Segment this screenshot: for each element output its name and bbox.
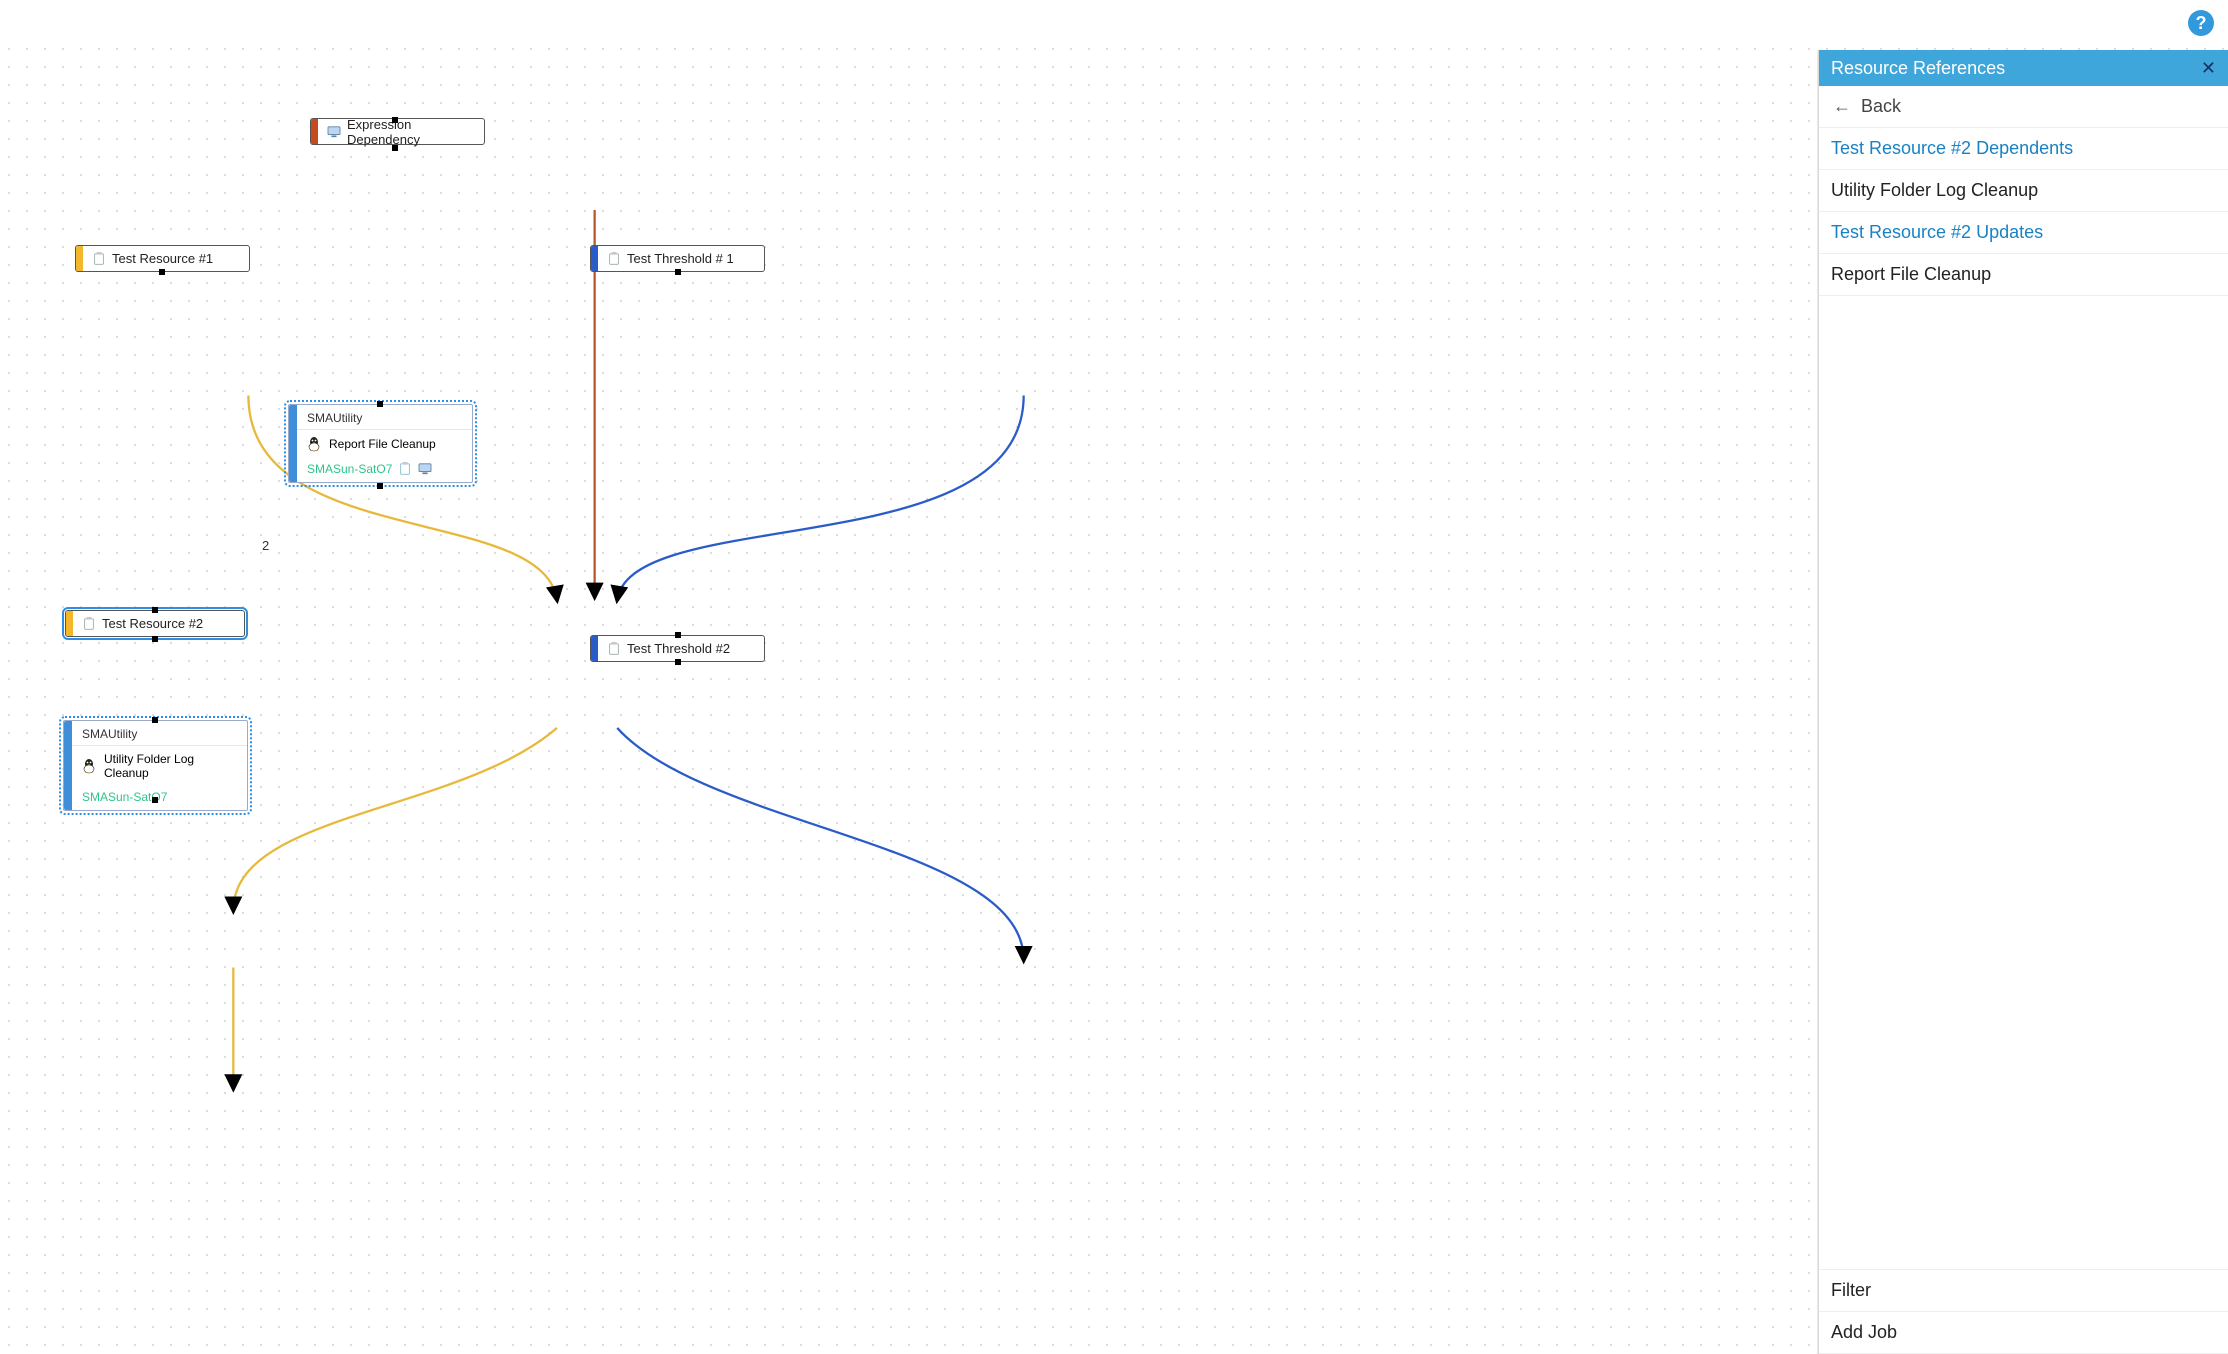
- back-label: Back: [1861, 96, 1901, 117]
- node-stripe: [64, 721, 72, 810]
- job-title: Report File Cleanup: [329, 437, 436, 451]
- node-label: Test Threshold # 1: [627, 251, 734, 266]
- job-header: SMAUtility: [64, 721, 247, 745]
- node-label: Test Resource #1: [112, 251, 213, 266]
- job-title: Utility Folder Log Cleanup: [104, 752, 237, 780]
- panel-header: Resource References ✕: [1819, 50, 2228, 86]
- clipboard-icon: [398, 462, 412, 476]
- clipboard-icon: [607, 252, 621, 266]
- close-icon[interactable]: ✕: [2201, 58, 2216, 79]
- node-label: Test Threshold #2: [627, 641, 730, 656]
- node-port: [152, 717, 158, 723]
- node-port: [377, 483, 383, 489]
- node-test-threshold-1[interactable]: Test Threshold # 1: [590, 245, 765, 272]
- node-label: Test Resource #2: [102, 616, 203, 631]
- node-test-resource-2[interactable]: Test Resource #2: [65, 610, 245, 637]
- job-node-report-file-cleanup[interactable]: SMAUtility Report File Cleanup SMASun-Sa…: [288, 404, 473, 483]
- node-label: Expression Dependency: [347, 117, 476, 147]
- job-header: SMAUtility: [289, 405, 472, 429]
- panel-section-entry[interactable]: Report File Cleanup: [1819, 254, 2228, 296]
- clipboard-icon: [82, 617, 96, 631]
- node-port: [675, 659, 681, 665]
- panel-list: Test Resource #2 Dependents Utility Fold…: [1819, 128, 2228, 1269]
- node-port: [152, 797, 158, 803]
- node-port: [392, 145, 398, 151]
- clipboard-icon: [92, 252, 106, 266]
- monitor-icon: [418, 463, 432, 475]
- filter-button[interactable]: Filter: [1819, 1270, 2228, 1312]
- node-test-threshold-2[interactable]: Test Threshold #2: [590, 635, 765, 662]
- edge-count-label: 2: [262, 538, 269, 553]
- panel-section-heading[interactable]: Test Resource #2 Updates: [1819, 212, 2228, 254]
- back-button[interactable]: ← Back: [1819, 86, 2228, 128]
- node-test-resource-1[interactable]: Test Resource #1: [75, 245, 250, 272]
- node-port: [377, 401, 383, 407]
- job-footer: SMASun-SatO7: [307, 462, 392, 476]
- panel-section-heading[interactable]: Test Resource #2 Dependents: [1819, 128, 2228, 170]
- node-port: [675, 269, 681, 275]
- help-icon[interactable]: ?: [2188, 10, 2214, 36]
- panel-actions: Filter Add Job: [1819, 1269, 2228, 1354]
- add-job-button[interactable]: Add Job: [1819, 1312, 2228, 1354]
- monitor-icon: [327, 126, 341, 138]
- node-port: [159, 269, 165, 275]
- clipboard-icon: [607, 642, 621, 656]
- node-stripe: [289, 405, 297, 482]
- panel-section-entry[interactable]: Utility Folder Log Cleanup: [1819, 170, 2228, 212]
- arrow-left-icon: ←: [1833, 96, 1851, 117]
- node-port: [152, 636, 158, 642]
- panel-title: Resource References: [1831, 58, 2005, 79]
- node-port: [152, 607, 158, 613]
- resource-references-panel: Resource References ✕ ← Back Test Resour…: [1818, 50, 2228, 1354]
- node-port: [392, 117, 398, 123]
- linux-icon: [82, 758, 96, 774]
- node-port: [675, 632, 681, 638]
- linux-icon: [307, 436, 321, 452]
